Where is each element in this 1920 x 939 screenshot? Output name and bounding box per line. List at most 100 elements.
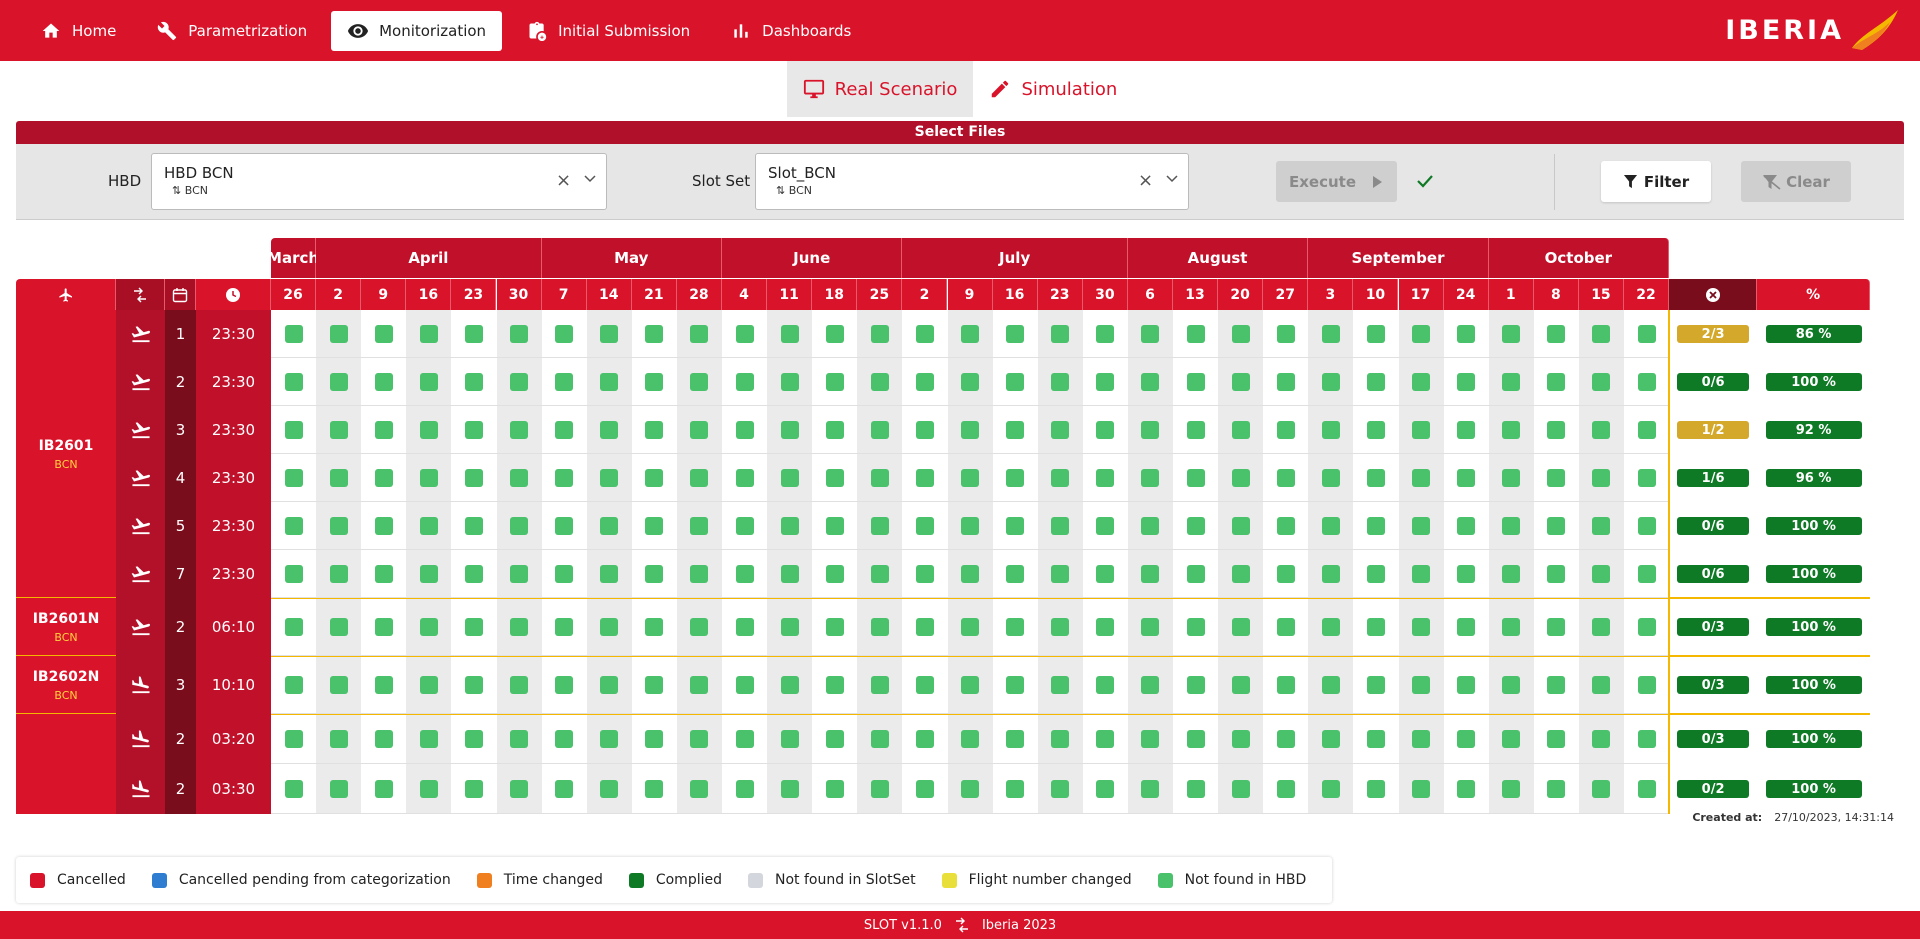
slot-cell[interactable] [1353, 358, 1398, 406]
slot-cell[interactable] [812, 310, 857, 358]
hbd-select[interactable]: HBD BCN ⇅ BCN × [151, 153, 607, 210]
slot-cell[interactable] [1038, 406, 1083, 454]
slot-cell[interactable] [1128, 454, 1173, 502]
slot-cell[interactable] [451, 764, 496, 814]
slot-set-select[interactable]: Slot_BCN ⇅ BCN × [755, 153, 1189, 210]
nav-monitorization[interactable]: Monitorization [331, 10, 503, 51]
slot-cell[interactable] [1624, 358, 1669, 406]
slot-cell[interactable] [1399, 454, 1444, 502]
slot-cell[interactable] [948, 454, 993, 502]
slot-cell[interactable] [361, 454, 406, 502]
slot-cell[interactable] [316, 764, 361, 814]
slot-cell[interactable] [1173, 502, 1218, 550]
slot-cell[interactable] [451, 406, 496, 454]
slot-cell[interactable] [451, 358, 496, 406]
slot-cell[interactable] [902, 598, 947, 656]
slot-cell[interactable] [902, 310, 947, 358]
slot-cell[interactable] [1128, 502, 1173, 550]
slot-cell[interactable] [812, 764, 857, 814]
slot-cell[interactable] [767, 358, 812, 406]
slot-cell[interactable] [1399, 406, 1444, 454]
slot-cell[interactable] [948, 550, 993, 598]
slot-cell[interactable] [497, 310, 542, 358]
slot-cell[interactable] [1444, 358, 1489, 406]
slot-cell[interactable] [451, 502, 496, 550]
slot-cell[interactable] [1173, 550, 1218, 598]
slot-cell[interactable] [857, 454, 902, 502]
slot-cell[interactable] [1353, 598, 1398, 656]
slot-cell[interactable] [1263, 714, 1308, 764]
slot-cell[interactable] [857, 310, 902, 358]
clear-button[interactable]: Clear [1741, 161, 1851, 202]
slot-cell[interactable] [902, 502, 947, 550]
slot-cell[interactable] [1444, 550, 1489, 598]
slot-cell[interactable] [542, 714, 587, 764]
slot-cell[interactable] [1399, 502, 1444, 550]
slot-cell[interactable] [1624, 656, 1669, 714]
slot-cell[interactable] [1308, 550, 1353, 598]
slot-cell[interactable] [316, 358, 361, 406]
slot-cell[interactable] [406, 502, 451, 550]
slot-cell[interactable] [677, 550, 722, 598]
slot-cell[interactable] [1353, 714, 1398, 764]
slot-cell[interactable] [1534, 714, 1579, 764]
slot-cell[interactable] [1263, 454, 1308, 502]
slot-cell[interactable] [1353, 310, 1398, 358]
slot-cell[interactable] [406, 454, 451, 502]
slot-cell[interactable] [1128, 598, 1173, 656]
slot-cell[interactable] [406, 764, 451, 814]
slot-cell[interactable] [677, 656, 722, 714]
nav-dashboards[interactable]: Dashboards [714, 11, 867, 51]
slot-cell[interactable] [1308, 358, 1353, 406]
slot-cell[interactable] [1353, 406, 1398, 454]
slot-cell[interactable] [948, 310, 993, 358]
slot-cell[interactable] [632, 454, 677, 502]
slot-cell[interactable] [812, 454, 857, 502]
slot-cell[interactable] [677, 454, 722, 502]
slot-cell[interactable] [497, 454, 542, 502]
slot-cell[interactable] [1038, 502, 1083, 550]
slot-cell[interactable] [316, 656, 361, 714]
slot-cell[interactable] [993, 502, 1038, 550]
slot-cell[interactable] [1353, 550, 1398, 598]
slot-cell[interactable] [1489, 454, 1534, 502]
slot-cell[interactable] [1353, 656, 1398, 714]
slot-cell[interactable] [857, 502, 902, 550]
slot-cell[interactable] [677, 714, 722, 764]
slot-cell[interactable] [1128, 310, 1173, 358]
slot-cell[interactable] [812, 358, 857, 406]
slot-cell[interactable] [497, 550, 542, 598]
slot-cell[interactable] [812, 598, 857, 656]
slot-cell[interactable] [1399, 358, 1444, 406]
slot-cell[interactable] [1218, 656, 1263, 714]
slot-cell[interactable] [632, 310, 677, 358]
slot-cell[interactable] [1534, 598, 1579, 656]
slot-cell[interactable] [993, 598, 1038, 656]
slot-cell[interactable] [1083, 454, 1128, 502]
slot-cell[interactable] [1579, 714, 1624, 764]
slot-cell[interactable] [1579, 764, 1624, 814]
slot-cell[interactable] [1624, 454, 1669, 502]
slot-cell[interactable] [722, 656, 767, 714]
slot-cell[interactable] [677, 764, 722, 814]
slot-cell[interactable] [767, 454, 812, 502]
slot-cell[interactable] [1624, 764, 1669, 814]
slot-cell[interactable] [767, 502, 812, 550]
slot-cell[interactable] [1128, 406, 1173, 454]
slot-cell[interactable] [767, 310, 812, 358]
slot-cell[interactable] [993, 406, 1038, 454]
slot-cell[interactable] [1444, 310, 1489, 358]
slot-cell[interactable] [271, 550, 316, 598]
slot-cell[interactable] [542, 502, 587, 550]
nav-home[interactable]: Home [24, 11, 132, 51]
slot-cell[interactable] [1399, 656, 1444, 714]
slot-cell[interactable] [722, 764, 767, 814]
slot-cell[interactable] [993, 714, 1038, 764]
slot-cell[interactable] [451, 550, 496, 598]
slot-cell[interactable] [722, 358, 767, 406]
slot-cell[interactable] [722, 502, 767, 550]
slot-cell[interactable] [722, 714, 767, 764]
slot-cell[interactable] [948, 714, 993, 764]
slot-cell[interactable] [677, 358, 722, 406]
slot-cell[interactable] [1218, 358, 1263, 406]
